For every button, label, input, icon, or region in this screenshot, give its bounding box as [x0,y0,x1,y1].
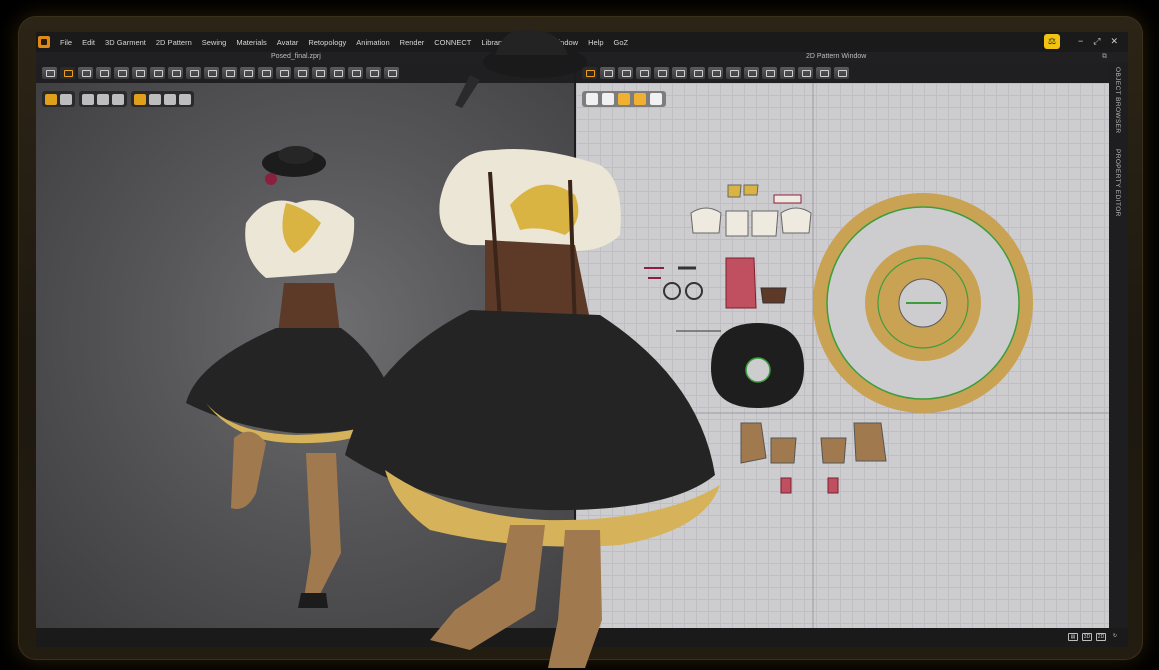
statusbar: ▤ 3D 2D ↻ [36,628,1128,647]
dock-icon[interactable]: ⧉ [1102,53,1107,61]
menu-animation[interactable]: Animation [356,38,389,47]
tool-rectangle-icon[interactable] [636,67,651,79]
side-panel: OBJECT BROWSER PROPERTY EDITOR [1109,63,1128,628]
tool-edit-icon[interactable] [330,67,345,79]
tool-zipper-icon[interactable] [294,67,309,79]
pattern-pieces [576,83,1109,628]
tool-grading-icon[interactable] [690,67,705,79]
tool-topstitch-icon[interactable] [312,67,327,79]
tool-grid-icon[interactable] [222,67,237,79]
connect-icon[interactable]: ⚖ [1044,34,1060,49]
menu-render[interactable]: Render [400,38,425,47]
menu-retopology[interactable]: Retopology [308,38,346,47]
tool-avatar-icon[interactable] [366,67,381,79]
tool-fold-icon[interactable] [150,67,165,79]
minimize-button[interactable]: − [1078,36,1083,47]
tool-sew-icon[interactable] [708,67,723,79]
viewport-3d[interactable] [36,83,574,628]
tool-internal-polygon-icon[interactable] [654,67,669,79]
menu-sewing[interactable]: Sewing [202,38,227,47]
menu-settings[interactable]: Settings [514,38,541,47]
tool-arrange-icon[interactable] [186,67,201,79]
avatar-figure-small [186,146,398,608]
tool-symbol-icon[interactable] [834,67,849,79]
menu-connect[interactable]: CONNECT [434,38,471,47]
tool-tape-icon[interactable] [348,67,363,79]
object-browser-tab[interactable]: OBJECT BROWSER [1114,67,1121,134]
menu-edit[interactable]: Edit [82,38,95,47]
menu-avatar[interactable]: Avatar [277,38,299,47]
app-logo-icon[interactable] [38,36,50,48]
tool-segment-sew-icon[interactable] [762,67,777,79]
tool-run-icon[interactable] [384,67,399,79]
tool-fold-2d-icon[interactable] [744,67,759,79]
tool-select-mesh-icon[interactable] [78,67,93,79]
menu-window[interactable]: Window [551,38,578,47]
tool-measure-icon[interactable] [168,67,183,79]
tool-trim-icon[interactable] [258,67,273,79]
tool-measure-2d-icon[interactable] [798,67,813,79]
tool-button-icon[interactable] [276,67,291,79]
maximize-button[interactable]: ⤢ [1093,36,1100,47]
menu-3d-garment[interactable]: 3D Garment [105,38,146,47]
clo3d-app: File Edit 3D Garment 2D Pattern Sewing M… [36,32,1128,647]
menu-file[interactable]: File [60,38,72,47]
menu-help[interactable]: Help [588,38,603,47]
tool-transform-pattern-icon[interactable] [582,67,597,79]
tool-pin-icon[interactable] [132,67,147,79]
pattern-window-title: 2D Pattern Window [806,53,867,60]
tool-edit-pattern-icon[interactable] [600,67,615,79]
tool-annotation-icon[interactable] [816,67,831,79]
panel-titles: Posed_final.zprj 2D Pattern Window ⧉ [36,52,1128,63]
pattern-window-2d[interactable] [576,83,1109,628]
toolbar-2d [576,63,1109,83]
menu-2d-pattern[interactable]: 2D Pattern [156,38,192,47]
window-controls: − ⤢ ✕ [1078,36,1118,47]
tool-brush-icon[interactable] [96,67,111,79]
menubar: File Edit 3D Garment 2D Pattern Sewing M… [36,32,1128,52]
view-icon[interactable]: ▤ [1068,633,1078,641]
tool-dart-icon[interactable] [672,67,687,79]
tool-freesew-icon[interactable] [780,67,795,79]
menu-materials[interactable]: Materials [236,38,266,47]
tool-segment-icon[interactable] [204,67,219,79]
property-editor-tab[interactable]: PROPERTY EDITOR [1114,149,1121,217]
tool-tack-icon[interactable] [114,67,129,79]
close-button[interactable]: ✕ [1110,36,1118,47]
tool-polygon-icon[interactable] [618,67,633,79]
3d-icon[interactable]: 3D [1082,633,1092,641]
toolbar-3d [36,63,574,83]
tool-select-icon[interactable] [42,67,57,79]
tool-pleat-icon[interactable] [726,67,741,79]
refresh-icon[interactable]: ↻ [1110,633,1120,641]
2d-icon[interactable]: 2D [1096,633,1106,641]
tool-move-icon[interactable] [60,67,75,79]
tool-texture-icon[interactable] [240,67,255,79]
menu-library[interactable]: Library [481,38,504,47]
menu-goz[interactable]: GoZ [614,38,629,47]
file-title: Posed_final.zprj [271,53,321,60]
